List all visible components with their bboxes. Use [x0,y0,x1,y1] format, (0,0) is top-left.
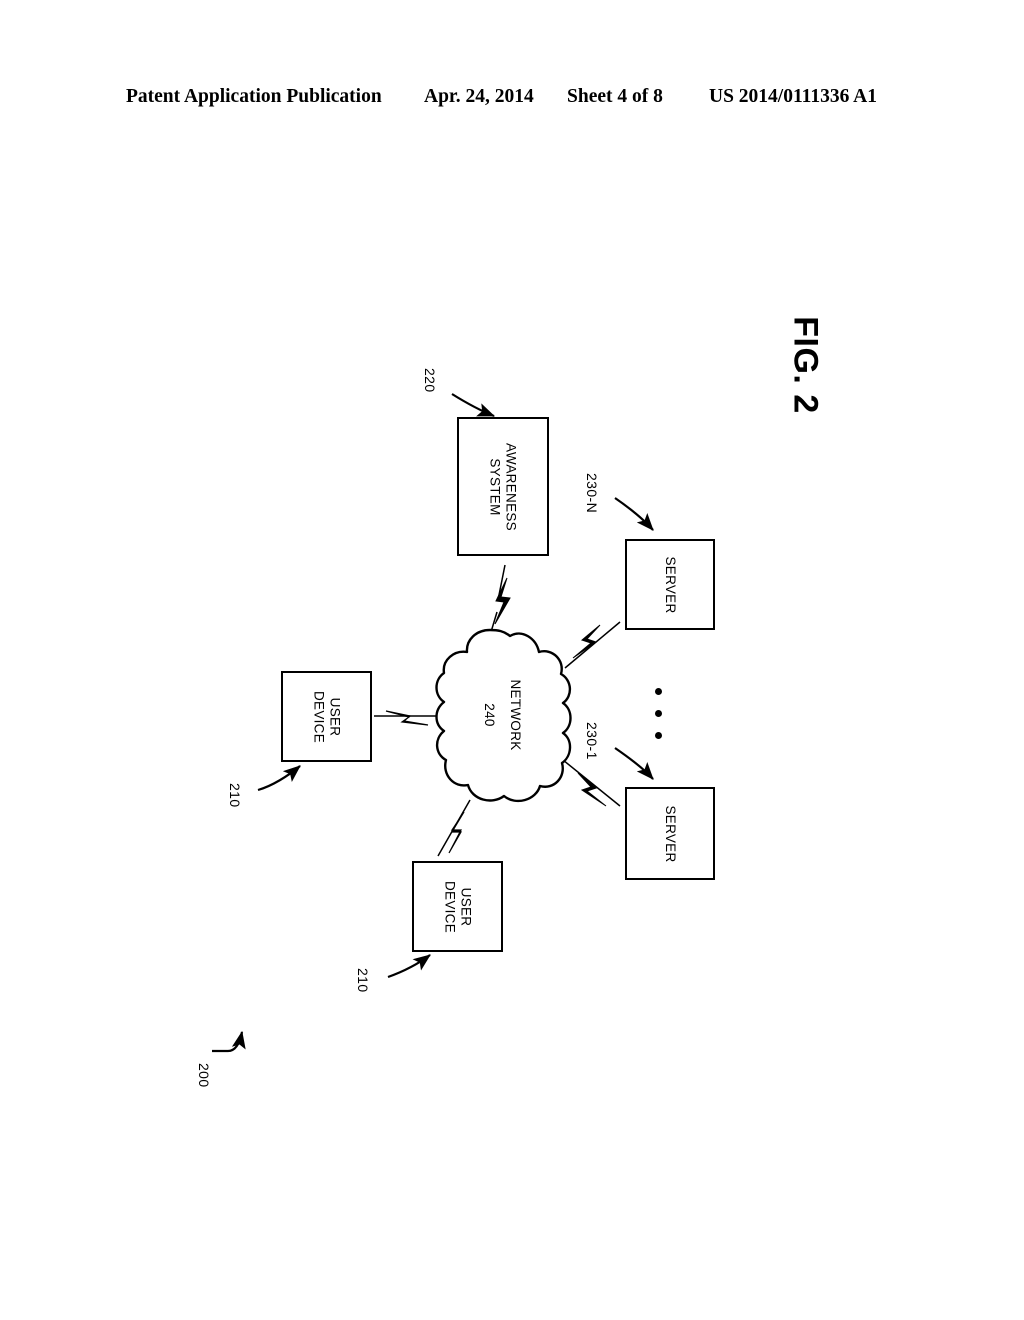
reference-numeral-210-a: 210 [227,783,243,808]
network-reference-text: 240 [482,703,497,727]
user-device-2-box: USER DEVICE [412,861,503,952]
leader-arrow-200 [212,1030,246,1053]
network-cloud: NETWORK 240 [432,620,572,810]
reference-numeral-210-b: 210 [355,968,371,993]
leader-arrow-210a [257,765,301,792]
leader-arrow-2301 [614,747,654,780]
awareness-system-box: AWARENESS SYSTEM [457,417,549,556]
user-device-2-label-line1: USER [458,887,473,926]
user-device-1-box: USER DEVICE [281,671,372,762]
user-device-1-label-line1: USER [327,697,342,736]
server-n-box: SERVER [625,539,715,630]
awareness-system-label-line2: SYSTEM [488,457,503,516]
user-device-1-label-line2: DEVICE [311,690,327,743]
wireless-link-network-server-n [564,621,621,669]
server-ellipsis-dots [655,688,667,750]
awareness-system-label-line1: AWARENESS [503,442,519,531]
user-device-1-label: USER DEVICE [311,690,343,743]
patent-figure: FIG. 2 NETWORK 240 AWARENESS SYSTEM SERV… [0,0,1024,1320]
reference-numeral-200: 200 [196,1063,212,1088]
reference-numeral-220: 220 [422,368,438,393]
leader-arrow-210b [387,954,431,979]
ellipsis-dot [655,732,662,739]
figure-caption: FIG. 2 [735,295,875,435]
network-name-text: NETWORK [508,679,523,751]
server-1-label: SERVER [662,804,678,863]
ellipsis-dot [655,710,662,717]
reference-numeral-230-1: 230-1 [584,722,600,760]
server-1-box: SERVER [625,787,715,880]
figure-caption-text: FIG. 2 [786,316,825,414]
leader-arrow-230n [614,497,654,531]
user-device-2-label: USER DEVICE [442,880,474,933]
reference-numeral-230-n: 230-N [584,473,600,514]
awareness-system-label: AWARENESS SYSTEM [488,443,519,531]
network-cloud-label: NETWORK 240 [476,679,528,750]
leader-arrow-220 [451,393,496,418]
server-n-label: SERVER [662,555,678,614]
ellipsis-dot [655,688,662,695]
user-device-2-label-line2: DEVICE [442,880,458,933]
